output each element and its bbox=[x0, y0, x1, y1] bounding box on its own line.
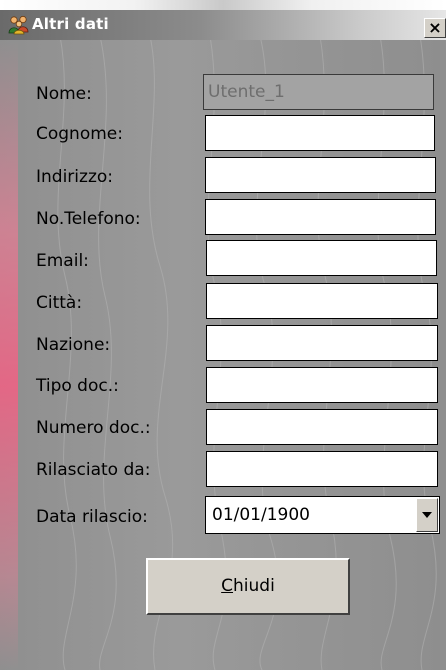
data-rilascio-value: 01/01/1900 bbox=[212, 505, 310, 525]
nome-field[interactable]: Utente_1 bbox=[203, 74, 434, 110]
nazione-field[interactable] bbox=[206, 325, 438, 361]
close-icon[interactable]: × bbox=[424, 18, 446, 38]
email-field[interactable] bbox=[206, 240, 437, 276]
indirizzo-field[interactable] bbox=[205, 157, 436, 193]
label-rilasciato-da: Rilasciato da: bbox=[36, 460, 151, 480]
label-email: Email: bbox=[36, 251, 89, 271]
users-icon bbox=[8, 15, 29, 35]
citta-field[interactable] bbox=[206, 283, 438, 319]
dropdown-button[interactable] bbox=[416, 498, 438, 532]
altri-dati-dialog: Altri dati × Nome: Utente_1 Cognome: Ind… bbox=[0, 0, 446, 670]
top-strip bbox=[0, 0, 446, 10]
label-telefono: No.Telefono: bbox=[36, 209, 141, 229]
cognome-field[interactable] bbox=[205, 115, 435, 151]
label-numero-doc: Numero doc.: bbox=[36, 418, 151, 438]
window-title: Altri dati bbox=[32, 15, 109, 33]
chiudi-access-key: C bbox=[221, 576, 234, 596]
label-cognome: Cognome: bbox=[36, 124, 123, 144]
numero-doc-field[interactable] bbox=[206, 409, 438, 445]
label-nazione: Nazione: bbox=[36, 335, 111, 355]
data-rilascio-select[interactable]: 01/01/1900 bbox=[205, 496, 440, 534]
label-data-rilascio: Data rilascio: bbox=[36, 507, 148, 527]
pink-edge-glow bbox=[0, 40, 18, 670]
label-nome: Nome: bbox=[36, 84, 92, 104]
chevron-down-icon bbox=[422, 512, 432, 518]
title-bar: Altri dati × bbox=[0, 10, 446, 40]
telefono-field[interactable] bbox=[205, 199, 436, 235]
tipo-doc-field[interactable] bbox=[206, 367, 438, 403]
label-tipo-doc: Tipo doc.: bbox=[36, 376, 119, 396]
label-citta: Città: bbox=[36, 293, 83, 313]
rilasciato-da-field[interactable] bbox=[206, 451, 438, 487]
chiudi-label-rest: hiudi bbox=[233, 576, 275, 596]
chiudi-button[interactable]: Chiudi bbox=[146, 558, 350, 615]
label-indirizzo: Indirizzo: bbox=[36, 167, 113, 187]
